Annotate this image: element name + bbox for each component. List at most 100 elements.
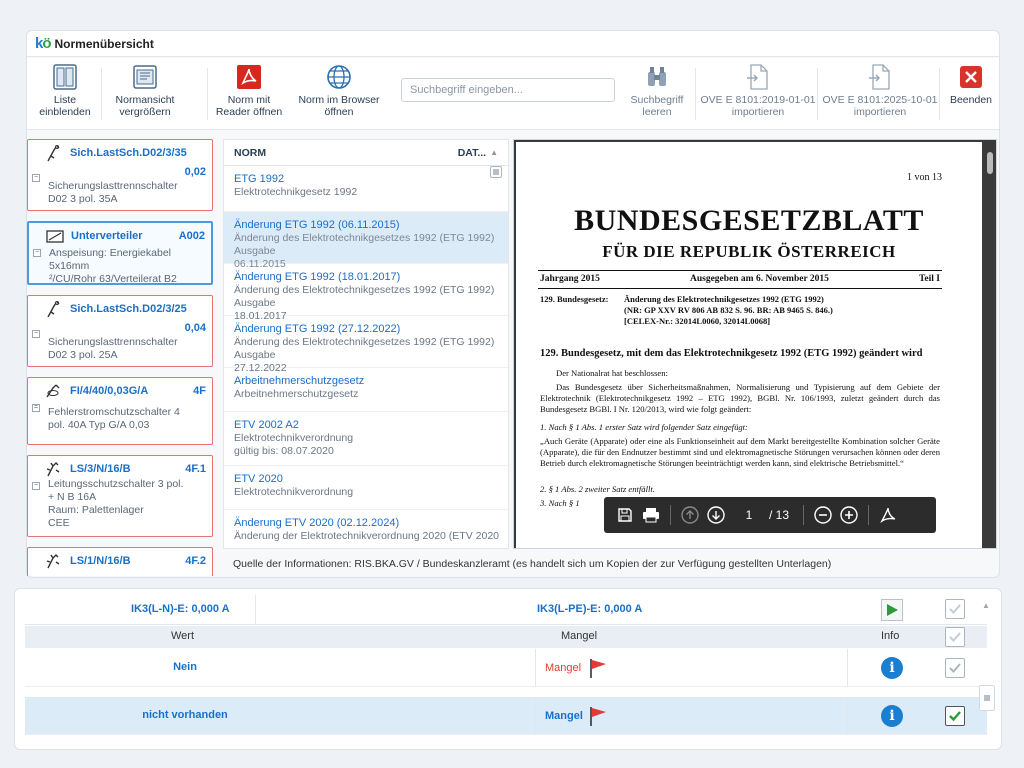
component-code: 4F.2 [185, 555, 206, 567]
short-circuit-row: IK3(L-N)-E: 0,000 A IK3(L-PE)-E: 0,000 A [25, 595, 987, 625]
norm-subtitle: Arbeitnehmerschutzgesetz [234, 388, 359, 400]
pdf-viewer[interactable]: 1 von 13 BUNDESGESETZBLATT FÜR DIE REPUB… [513, 139, 997, 549]
toolbar-divider [695, 68, 696, 120]
zoom-in-icon[interactable] [836, 502, 862, 528]
print-icon[interactable] [638, 502, 664, 528]
search-input[interactable] [401, 78, 615, 102]
checkbox-header[interactable] [945, 627, 965, 647]
import-2019-button[interactable]: OVE E 8101:2019-01-01 importieren [699, 64, 817, 124]
column-header-wert[interactable]: Wert [171, 630, 194, 642]
row-checkbox-checked[interactable] [945, 706, 965, 726]
previous-page-icon[interactable] [677, 502, 703, 528]
component-description: Sicherungslasttrennschalter D02 3 pol. 3… [48, 180, 178, 205]
norm-list-item[interactable]: ETG 1992 Elektrotechnikgesetz 1992 [224, 166, 508, 212]
import-2025-button[interactable]: OVE E 8101:2025-10-01 importieren [821, 64, 939, 124]
play-button[interactable] [881, 599, 903, 621]
info-icon[interactable]: i [881, 657, 903, 679]
panel-scrollbar[interactable]: ▲ [979, 597, 995, 745]
pdf-paragraph: Das Bundesgesetz über Sicherheitsmaßnahm… [540, 382, 940, 414]
pdf-reader-icon [236, 64, 262, 90]
norm-list-item-selected[interactable]: Änderung ETG 1992 (06.11.2015) Änderung … [224, 212, 508, 270]
pdf-page: 1 von 13 BUNDESGESETZBLATT FÜR DIE REPUB… [516, 142, 982, 548]
page-number-input[interactable]: 1 [729, 508, 769, 522]
open-browser-button[interactable]: Norm im Browser öffnen [297, 64, 381, 124]
binoculars-icon [644, 64, 670, 90]
pdf-paragraph: 1. Nach § 1 Abs. 1 erster Satz wird folg… [540, 422, 748, 432]
pdf-scrollbar[interactable] [987, 152, 993, 174]
acrobat-icon[interactable] [875, 502, 901, 528]
zoom-out-icon[interactable] [810, 502, 836, 528]
check-icon [949, 711, 961, 722]
check-icon [949, 604, 961, 614]
mangel-label: Mangel [545, 662, 582, 674]
import-file-icon [867, 64, 893, 90]
norm-title: ETG 1992 [234, 173, 285, 185]
app-logo-icon: kö [35, 35, 52, 52]
collapse-toggle[interactable]: − [33, 249, 41, 257]
column-header-mangel[interactable]: Mangel [561, 630, 597, 642]
component-name: Sich.LastSch.D02/3/35 [70, 147, 187, 159]
sort-up-icon[interactable]: ▲ [490, 148, 498, 157]
component-card-list[interactable]: Sich.LastSch.D02/3/35 0,02 − Sicherungsl… [27, 139, 213, 576]
column-header-date[interactable]: DAT... [458, 147, 486, 159]
divider [538, 288, 942, 289]
clear-search-label: Suchbegriff leeren [630, 94, 684, 118]
row-checkbox[interactable] [945, 658, 965, 678]
clear-search-button[interactable]: Suchbegriff leeren [625, 64, 689, 124]
next-page-icon[interactable] [703, 502, 729, 528]
component-code: A002 [178, 230, 205, 242]
component-card-selected[interactable]: Unterverteiler A002 − Anspeisung: Energi… [27, 221, 213, 285]
checkbox-top[interactable] [945, 599, 965, 619]
show-list-button[interactable]: Liste einblenden [37, 64, 93, 124]
component-card[interactable]: Sich.LastSch.D02/3/25 0,04 − Sicherungsl… [27, 295, 213, 367]
norm-list-item[interactable]: Änderung ETG 1992 (18.01.2017) Änderung … [224, 264, 508, 322]
enlarge-view-button[interactable]: Normansicht vergrößern [109, 64, 181, 124]
component-card[interactable]: LS/1/N/16/B 4F.2 [27, 547, 213, 576]
open-reader-button[interactable]: Norm mit Reader öffnen [213, 64, 285, 124]
pdf-page-of: 1 von 13 [907, 172, 942, 183]
collapse-toggle[interactable]: − [32, 482, 40, 490]
collapse-toggle[interactable]: = [32, 404, 40, 412]
list-panel-icon [52, 64, 78, 90]
rcd-switch-icon [44, 382, 64, 400]
pdf-paragraph: „Auch Geräte (Apparate) oder eine als Fu… [540, 436, 940, 468]
import-2019-label: OVE E 8101:2019-01-01 importieren [700, 94, 816, 118]
component-card[interactable]: LS/3/N/16/B 4F.1 − Leitungsschutzschalte… [27, 455, 213, 537]
red-flag-icon[interactable] [587, 705, 609, 732]
scroll-up-icon[interactable]: ▲ [982, 601, 990, 610]
collapse-toggle[interactable]: − [32, 330, 40, 338]
open-reader-label: Norm mit Reader öffnen [215, 94, 283, 118]
component-name: FI/4/40/0,03G/A [70, 385, 149, 397]
column-header-info[interactable]: Info [881, 630, 899, 642]
norm-list-item[interactable]: Änderung ETV 2020 (02.12.2024) Änderung … [224, 510, 508, 548]
red-flag-icon[interactable] [587, 657, 609, 684]
toolbar-divider [803, 505, 805, 525]
column-header-norm[interactable]: NORM [234, 147, 458, 159]
norm-list-item[interactable]: ETV 2002 A2 Elektrotechnikverordnung gül… [224, 412, 508, 466]
divider [847, 649, 848, 687]
component-name: LS/3/N/16/B [70, 463, 131, 475]
save-icon[interactable] [612, 502, 638, 528]
info-icon[interactable]: i [881, 705, 903, 727]
exit-button[interactable]: Beenden [947, 64, 995, 124]
page-total: / 13 [769, 508, 790, 522]
table-row[interactable]: Nein Mangel i [25, 649, 987, 687]
component-card[interactable]: Sich.LastSch.D02/3/35 0,02 − Sicherungsl… [27, 139, 213, 211]
norm-list-item[interactable]: Arbeitnehmerschutzgesetz Arbeitnehmersch… [224, 368, 508, 412]
wert-value: Nein [173, 661, 197, 673]
norm-title: Änderung ETG 1992 (27.12.2022) [234, 323, 401, 335]
collapse-toggle[interactable]: − [32, 174, 40, 182]
circuit-breaker-icon [44, 460, 64, 478]
scroll-handle[interactable] [979, 685, 995, 711]
table-row-selected[interactable]: nicht vorhanden Mangel i [25, 697, 987, 735]
norm-list-item[interactable]: ETV 2020 Elektrotechnikverordnung [224, 466, 508, 510]
pdf-entry-value: Änderung des Elektrotechnikgesetzes 1992… [624, 294, 833, 326]
pdf-entry: 129. Bundesgesetz: Änderung des Elektrot… [540, 294, 833, 327]
component-description: Anspeisung: Energiekabel 5x16mm ²/CU/Roh… [49, 247, 177, 285]
component-card[interactable]: FI/4/40/0,03G/A 4F = Fehlerstromschutzsc… [27, 377, 213, 445]
norm-list-item[interactable]: Änderung ETG 1992 (27.12.2022) Änderung … [224, 316, 508, 374]
pdf-entry-key: 129. Bundesgesetz: [540, 294, 609, 304]
component-name: Unterverteiler [71, 230, 143, 242]
component-name: Sich.LastSch.D02/3/25 [70, 303, 187, 315]
pdf-paragraph: Der Nationalrat hat beschlossen: [556, 368, 668, 378]
